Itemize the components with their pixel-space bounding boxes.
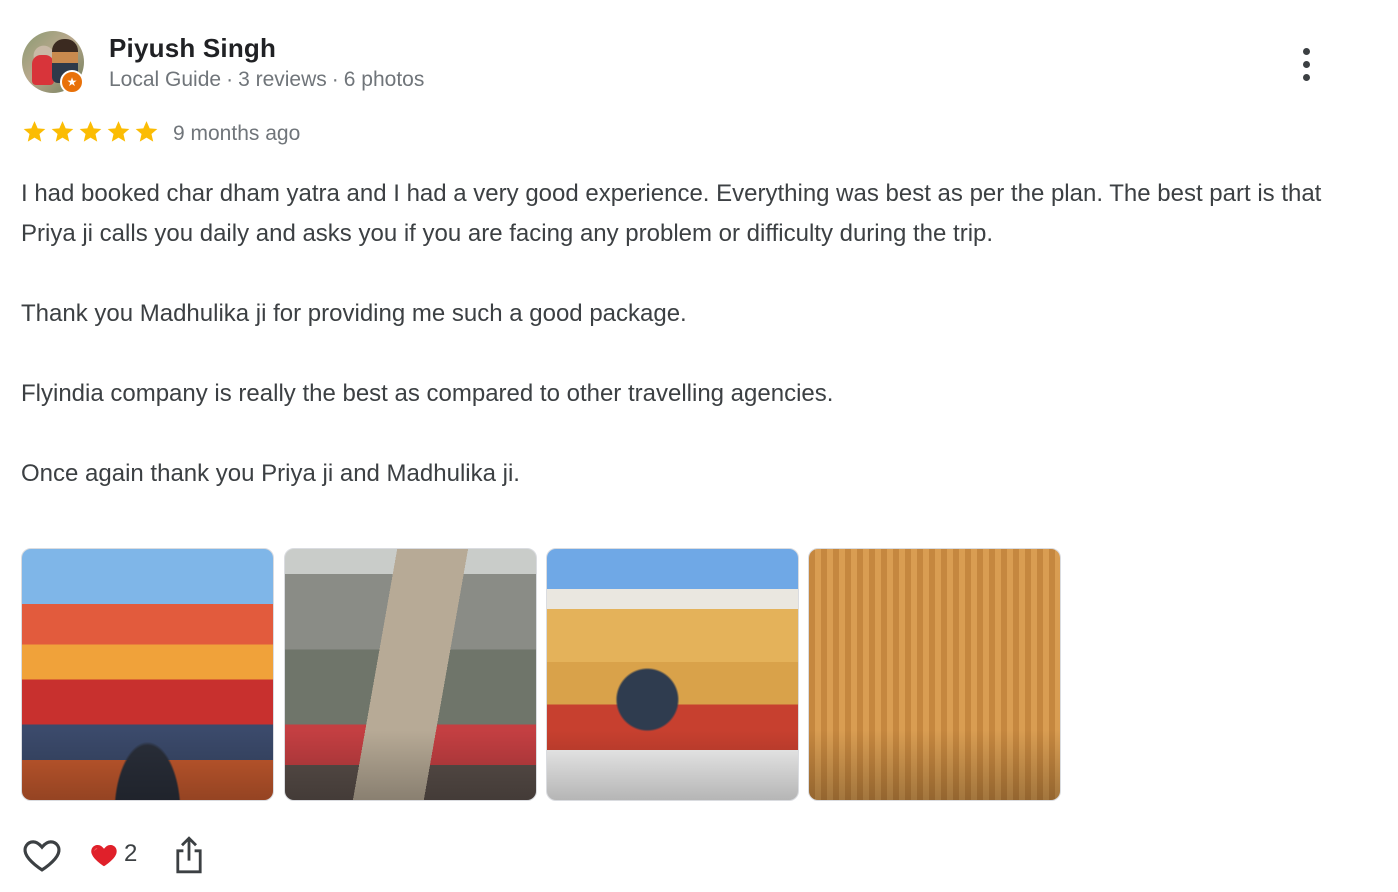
star-icon [107,121,130,142]
author-photo-count: 6 photos [343,68,425,91]
review-paragraph: I had booked char dham yatra and I had a… [21,180,1322,247]
review-paragraph: Flyindia company is really the best as c… [21,380,834,407]
author-role: Local Guide [109,68,222,91]
more-vertical-icon [1303,48,1310,55]
local-guide-badge-icon: ★ [60,70,84,94]
kedarnath-temple-photo[interactable] [284,548,537,801]
heart-outline-icon[interactable] [21,834,63,876]
red-heart-icon[interactable] [89,840,119,870]
star-rating [21,119,161,149]
review-paragraph: Thank you Madhulika ji for providing me … [21,300,687,327]
review-card: ★ Piyush Singh Local Guide · 3 reviews · 6 p… [0,0,1398,892]
share-icon[interactable] [172,834,206,876]
star-icon [79,121,102,142]
more-vertical-icon-dot [1303,61,1310,68]
author-meta: Local Guide · 3 reviews · 6 photos [109,68,424,92]
star-icon [23,121,46,142]
star-icon [135,121,158,142]
review-paragraph: Once again thank you Priya ji and Madhul… [21,460,520,487]
reaction-count: 2 [124,840,138,867]
badrinath-temple-photo[interactable] [21,548,274,801]
review-time: 9 months ago [173,122,301,145]
yamunotri-temple-photo[interactable] [808,548,1061,801]
star-icon [51,121,74,142]
more-options-button[interactable] [1290,44,1324,84]
meta-separator: · [331,68,339,91]
review-text: I had booked char dham yatra and I had a… [21,174,1351,494]
meta-separator: · [226,68,234,91]
more-vertical-icon-dot [1303,74,1310,81]
author-name[interactable]: Piyush Singh [109,33,276,64]
author-review-count: 3 reviews [238,68,327,91]
gangotri-temple-photo[interactable] [546,548,799,801]
avatar-photo-child [32,55,54,85]
